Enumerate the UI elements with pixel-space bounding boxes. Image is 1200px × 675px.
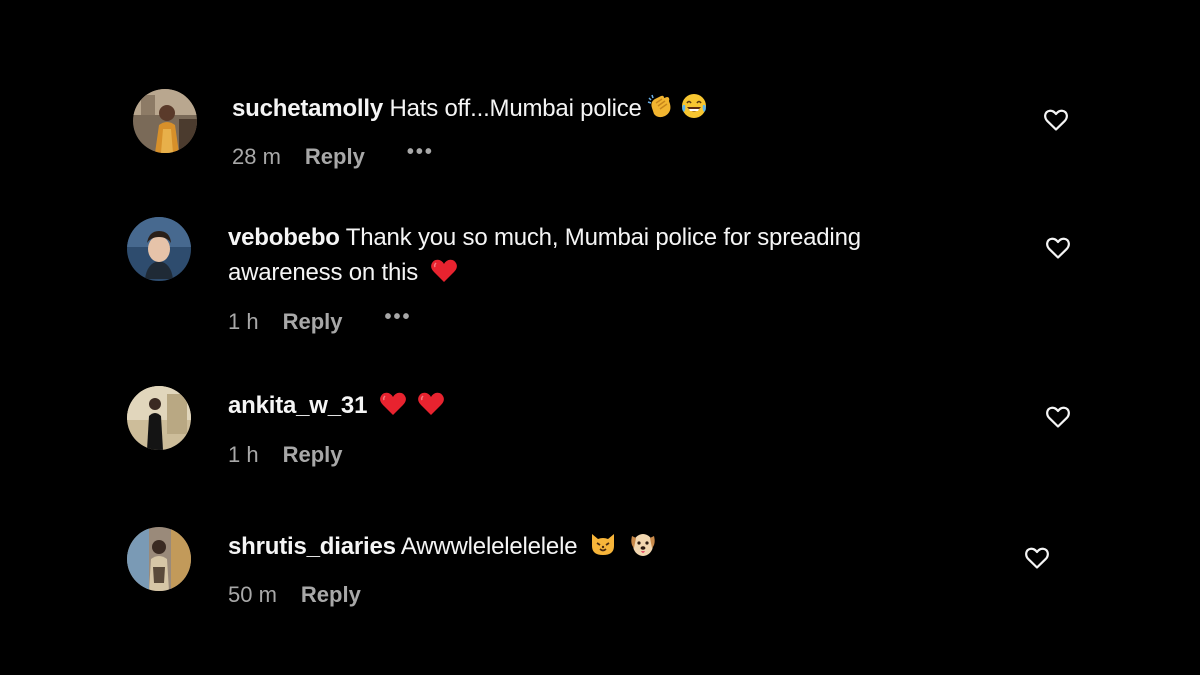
reply-button[interactable]: Reply: [305, 144, 365, 170]
comment-meta: 1 h Reply •••: [228, 306, 412, 337]
comment-message-continued: awareness on this: [228, 259, 419, 286]
comment-meta: 1 h Reply: [228, 440, 343, 470]
comment-timestamp: 1 h: [228, 309, 259, 334]
reply-button[interactable]: Reply: [301, 582, 361, 608]
avatar[interactable]: [127, 386, 191, 450]
comment-message: Awwwlelelelelele: [400, 533, 578, 560]
reply-button[interactable]: Reply: [283, 442, 343, 468]
more-options-icon[interactable]: •••: [385, 306, 412, 329]
reply-button[interactable]: Reply: [283, 309, 343, 335]
like-heart-icon[interactable]: [1024, 546, 1050, 570]
dog-face-emoji: [629, 530, 657, 558]
comment-text: ankita_w_31: [228, 388, 445, 423]
comment-text: suchetamolly Hats off...Mumbai police: [232, 91, 708, 126]
comment-timestamp: 50 m: [228, 582, 277, 607]
red-heart-emoji: [417, 391, 445, 417]
comment-username[interactable]: suchetamolly: [232, 95, 383, 122]
cat-face-emoji: [589, 530, 617, 558]
comment-message: Thank you so much, Mumbai police for spr…: [345, 224, 861, 251]
comment-text: shrutis_diaries Awwwlelelelelele: [228, 529, 657, 564]
tears-of-joy-emoji: [680, 92, 708, 120]
like-heart-icon[interactable]: [1043, 108, 1069, 132]
comment-username[interactable]: shrutis_diaries: [228, 533, 396, 560]
avatar[interactable]: [133, 89, 197, 153]
avatar[interactable]: [127, 527, 191, 591]
red-heart-emoji: [379, 391, 407, 417]
red-heart-emoji: [430, 258, 458, 284]
comment-text: vebobebo Thank you so much, Mumbai polic…: [228, 220, 861, 290]
like-heart-icon[interactable]: [1045, 405, 1071, 429]
clapping-hands-emoji: [646, 92, 674, 120]
like-heart-icon[interactable]: [1045, 236, 1071, 260]
avatar[interactable]: [127, 217, 191, 281]
comment-username[interactable]: vebobebo: [228, 224, 340, 251]
comment-meta: 28 m Reply •••: [232, 141, 434, 172]
comment-message: Hats off...Mumbai police: [389, 95, 642, 122]
comment-timestamp: 1 h: [228, 442, 259, 467]
comment-meta: 50 m Reply: [228, 580, 361, 610]
comment-username[interactable]: ankita_w_31: [228, 392, 367, 419]
more-options-icon[interactable]: •••: [407, 141, 434, 164]
comment-timestamp: 28 m: [232, 144, 281, 169]
